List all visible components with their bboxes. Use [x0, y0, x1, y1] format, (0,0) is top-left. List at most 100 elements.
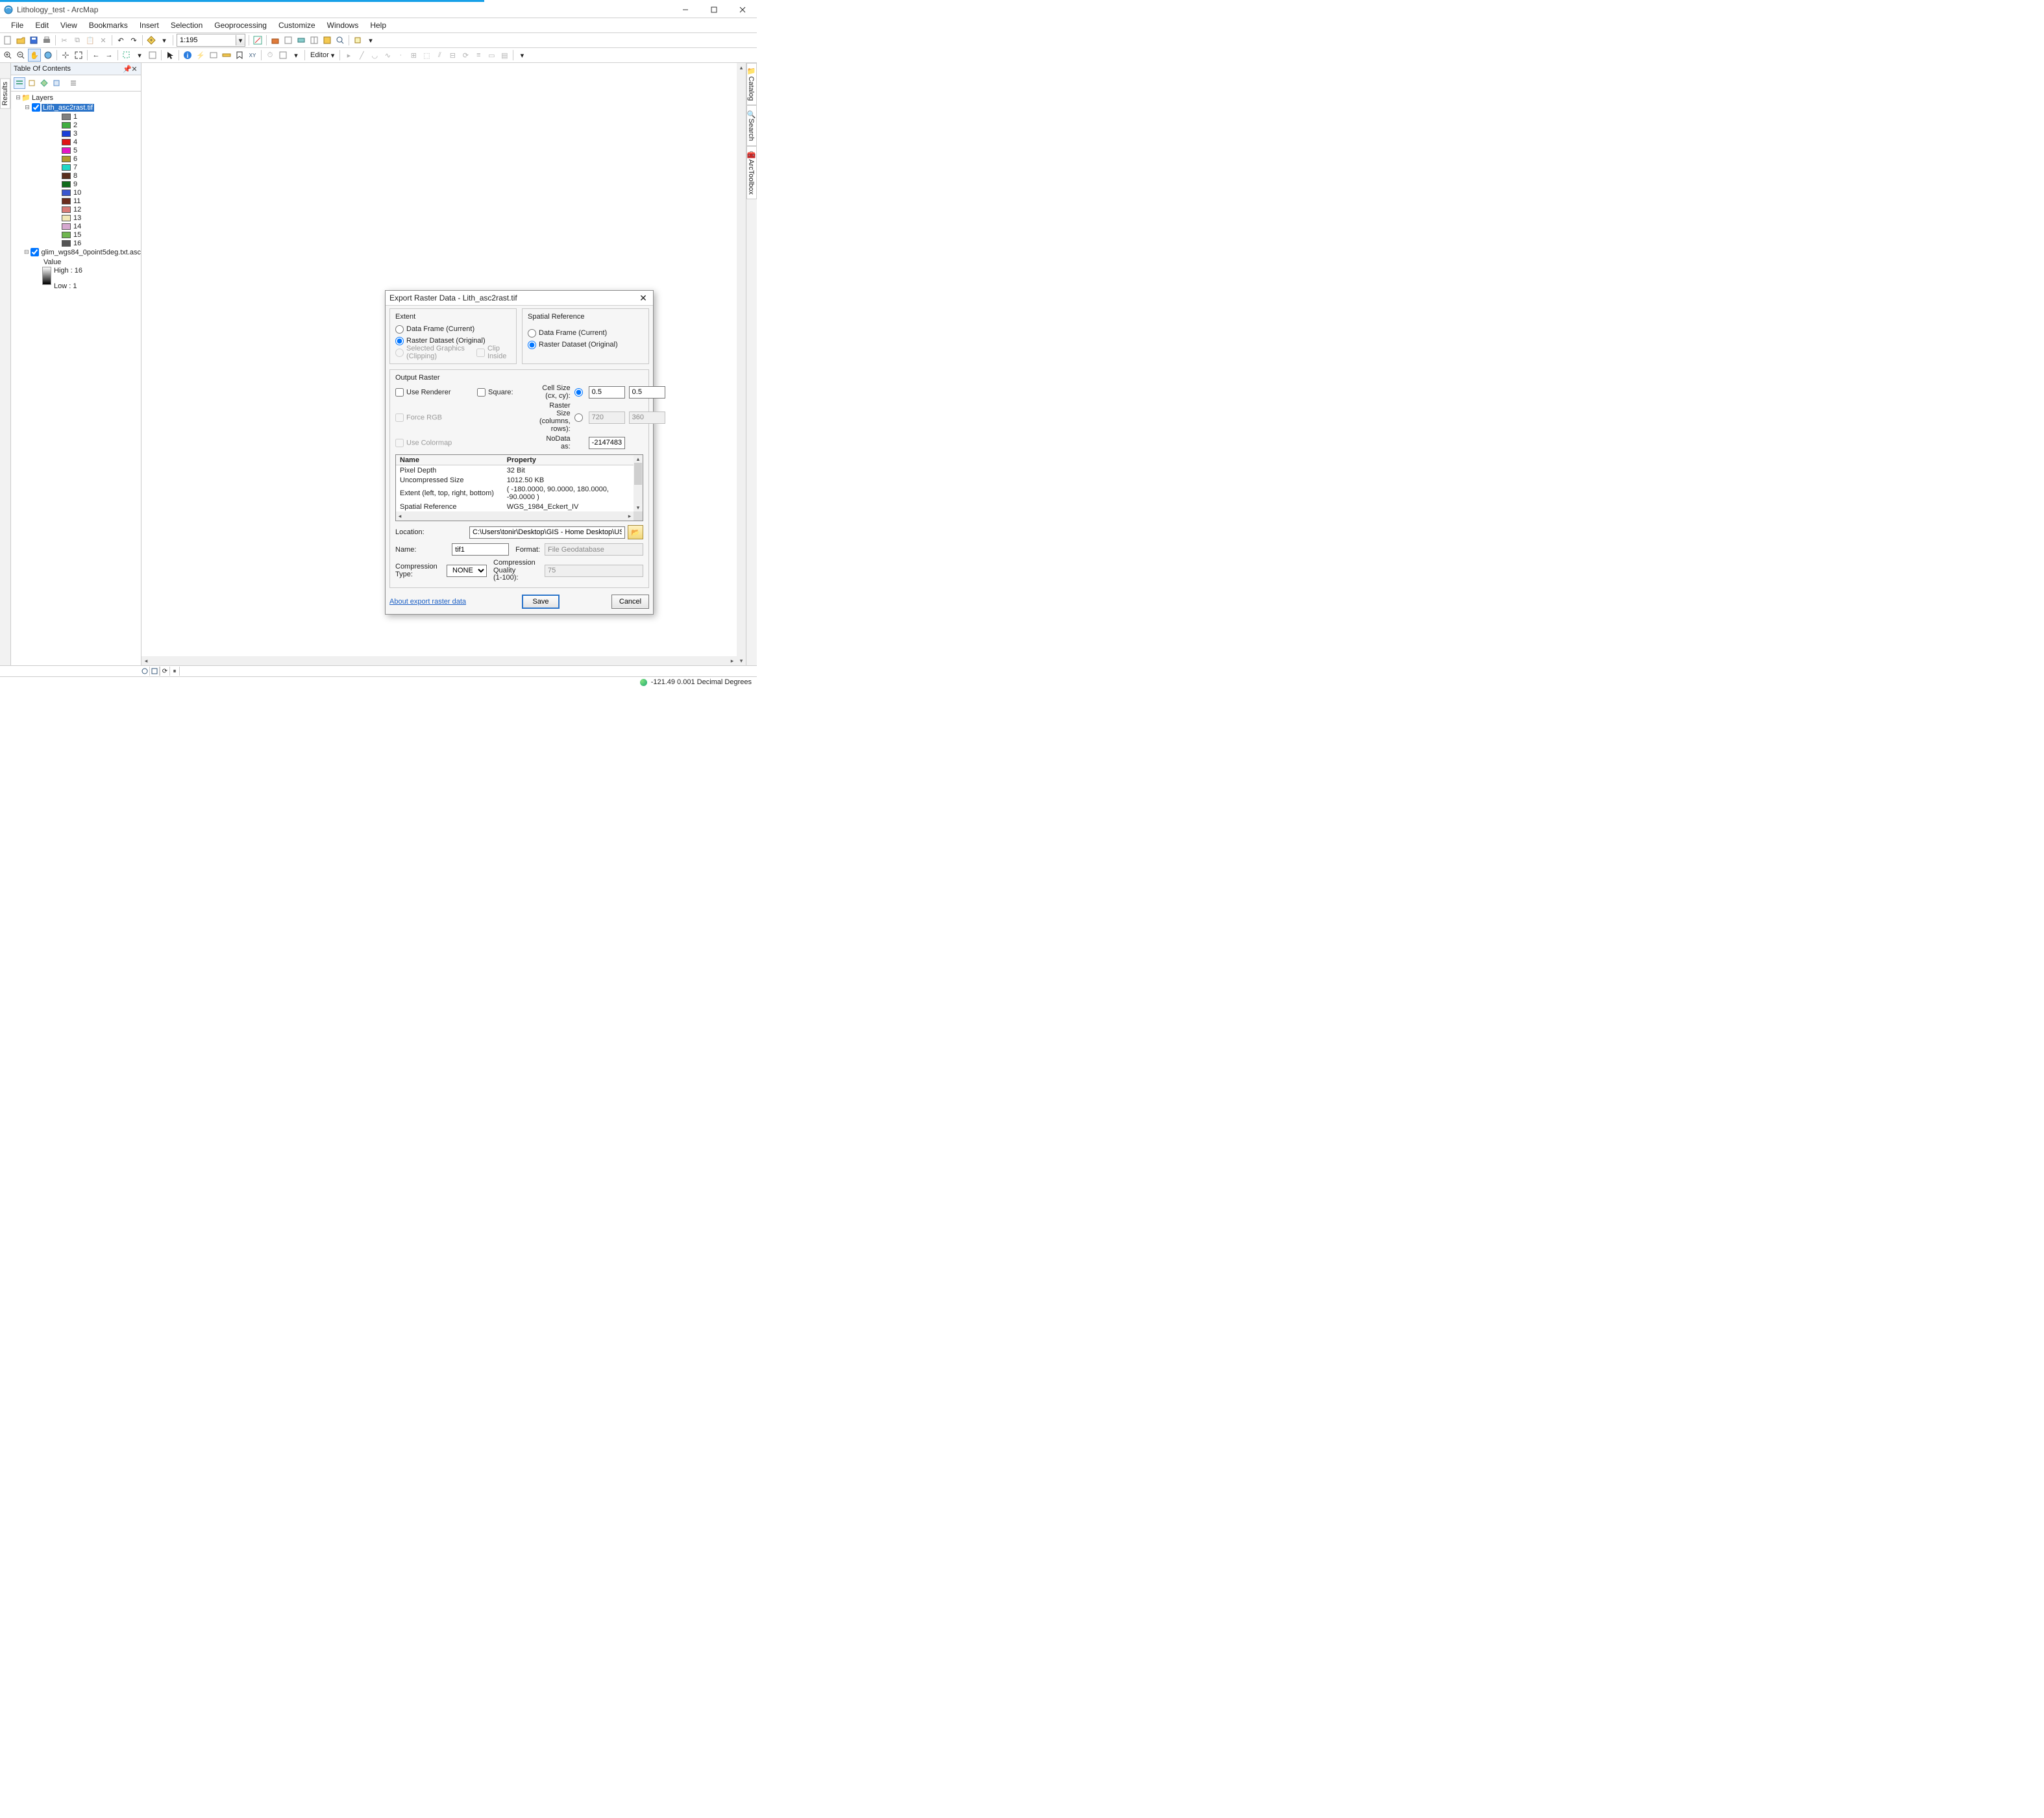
chevron-down-icon[interactable]: ▾: [290, 49, 302, 61]
add-data-dropdown-icon[interactable]: ▾: [158, 34, 170, 46]
pin-icon[interactable]: 📌: [123, 65, 130, 73]
layer-glim-label[interactable]: glim_wgs84_0point5deg.txt.asc: [40, 249, 141, 256]
cellsize-cy-input[interactable]: [629, 386, 665, 399]
find-icon[interactable]: [234, 49, 245, 61]
close-button[interactable]: [728, 3, 757, 17]
menu-help[interactable]: Help: [364, 19, 392, 32]
tool-extra-icon[interactable]: [352, 34, 363, 46]
catalog-window-icon[interactable]: [321, 34, 333, 46]
dialog-close-icon[interactable]: ✕: [637, 293, 649, 304]
name-input[interactable]: [452, 543, 509, 556]
menu-view[interactable]: View: [55, 19, 83, 32]
menu-bookmarks[interactable]: Bookmarks: [83, 19, 134, 32]
location-input[interactable]: [469, 526, 625, 539]
next-extent-icon[interactable]: →: [103, 49, 115, 61]
cancel-button[interactable]: Cancel: [611, 595, 649, 609]
search-window-icon[interactable]: [334, 34, 346, 46]
toolbox-icon[interactable]: [269, 34, 281, 46]
full-extent-icon[interactable]: [42, 49, 54, 61]
menu-selection[interactable]: Selection: [165, 19, 208, 32]
list-by-source-icon[interactable]: [26, 77, 38, 89]
layers-root[interactable]: ⊟ 📁 Layers: [15, 93, 141, 103]
layer-lith-checkbox[interactable]: [32, 103, 40, 112]
menu-insert[interactable]: Insert: [134, 19, 165, 32]
menu-geoprocessing[interactable]: Geoprocessing: [208, 19, 273, 32]
about-export-link[interactable]: About export raster data: [389, 598, 522, 606]
menu-windows[interactable]: Windows: [321, 19, 365, 32]
spatial-raster-radio[interactable]: [528, 341, 536, 349]
pause-drawing-icon[interactable]: ⏸: [170, 667, 180, 676]
catalog-tab[interactable]: 📁Catalog: [746, 63, 757, 105]
chevron-down-icon[interactable]: ▾: [365, 34, 376, 46]
use-renderer-checkbox[interactable]: [395, 388, 404, 397]
new-icon[interactable]: [2, 34, 14, 46]
hyperlink-icon[interactable]: ⚡: [195, 49, 206, 61]
open-icon[interactable]: [15, 34, 27, 46]
extent-dataframe-radio[interactable]: [395, 325, 404, 334]
data-view-icon[interactable]: [140, 667, 150, 676]
props-vscrollbar[interactable]: ▴ ▾: [634, 455, 643, 511]
undo-icon[interactable]: ↶: [115, 34, 127, 46]
refresh-view-icon[interactable]: ⟳: [160, 667, 170, 676]
save-icon[interactable]: [28, 34, 40, 46]
minimize-button[interactable]: [671, 3, 700, 17]
vertical-scrollbar[interactable]: ▴▾: [737, 63, 746, 665]
python-icon[interactable]: [282, 34, 294, 46]
toc-tree[interactable]: ⊟ 📁 Layers ⊟ Lith_asc2rast.tif 123456789…: [11, 92, 141, 665]
menu-edit[interactable]: Edit: [29, 19, 55, 32]
chevron-down-icon[interactable]: ▾: [134, 49, 145, 61]
extent-raster-radio[interactable]: [395, 337, 404, 345]
time-slider-icon[interactable]: ⏱: [264, 49, 276, 61]
nodata-input[interactable]: [589, 437, 625, 449]
menu-file[interactable]: File: [5, 19, 29, 32]
horizontal-scrollbar[interactable]: ◂▸: [142, 656, 737, 665]
layer-lith-label[interactable]: Lith_asc2rast.tif: [42, 104, 94, 112]
save-button[interactable]: Save: [522, 595, 560, 609]
editor-menu[interactable]: Editor ▾: [307, 50, 338, 61]
fixed-zoom-in-icon[interactable]: [60, 49, 71, 61]
table-window-icon[interactable]: [308, 34, 320, 46]
identify-icon[interactable]: i: [182, 49, 193, 61]
browse-folder-icon[interactable]: 📂: [628, 525, 643, 539]
cellsize-radio[interactable]: [574, 388, 583, 397]
map-canvas[interactable]: ▴▾ ◂▸ Export Raster Data - Lith_asc2rast…: [142, 63, 746, 665]
print-icon[interactable]: [41, 34, 53, 46]
select-features-icon[interactable]: [121, 49, 132, 61]
prev-extent-icon[interactable]: ←: [90, 49, 102, 61]
select-elements-icon[interactable]: [164, 49, 176, 61]
layer-lith[interactable]: ⊟ Lith_asc2rast.tif: [24, 103, 141, 112]
fixed-zoom-out-icon[interactable]: [73, 49, 84, 61]
search-tab[interactable]: 🔍Search: [746, 105, 757, 145]
toolbar-options-icon[interactable]: ▾: [516, 49, 528, 61]
rastersize-radio[interactable]: [574, 413, 583, 422]
menu-customize[interactable]: Customize: [273, 19, 321, 32]
spatial-dataframe-radio[interactable]: [528, 329, 536, 338]
props-hscrollbar[interactable]: ◂▸: [396, 511, 643, 521]
results-tab[interactable]: Results: [0, 63, 11, 665]
map-scale-field[interactable]: [177, 36, 236, 44]
findxy-icon[interactable]: XY: [247, 49, 258, 61]
list-by-selection-icon[interactable]: [51, 77, 62, 89]
zoom-out-icon[interactable]: [15, 49, 27, 61]
close-panel-icon[interactable]: ✕: [130, 65, 138, 73]
zoom-in-icon[interactable]: [2, 49, 14, 61]
redo-icon[interactable]: ↷: [128, 34, 140, 46]
editor-toolbar-icon[interactable]: [252, 34, 264, 46]
layer-glim-checkbox[interactable]: [31, 248, 39, 256]
cellsize-cx-input[interactable]: [589, 386, 625, 399]
toc-options-icon[interactable]: [68, 77, 79, 89]
list-by-visibility-icon[interactable]: [38, 77, 50, 89]
html-popup-icon[interactable]: [208, 49, 219, 61]
arctoolbox-tab[interactable]: 🧰ArcToolbox: [746, 146, 757, 199]
compression-type-select[interactable]: NONE: [447, 565, 487, 577]
square-checkbox[interactable]: [477, 388, 486, 397]
measure-icon[interactable]: [221, 49, 232, 61]
viewer-window-icon[interactable]: [277, 49, 289, 61]
map-scale-input[interactable]: ▾: [177, 34, 245, 47]
chevron-down-icon[interactable]: ▾: [236, 35, 245, 45]
layout-view-icon[interactable]: [150, 667, 160, 676]
maximize-button[interactable]: [700, 3, 728, 17]
modelbuilder-icon[interactable]: [295, 34, 307, 46]
pan-icon[interactable]: ✋: [28, 49, 41, 62]
list-by-drawing-order-icon[interactable]: [14, 77, 25, 89]
